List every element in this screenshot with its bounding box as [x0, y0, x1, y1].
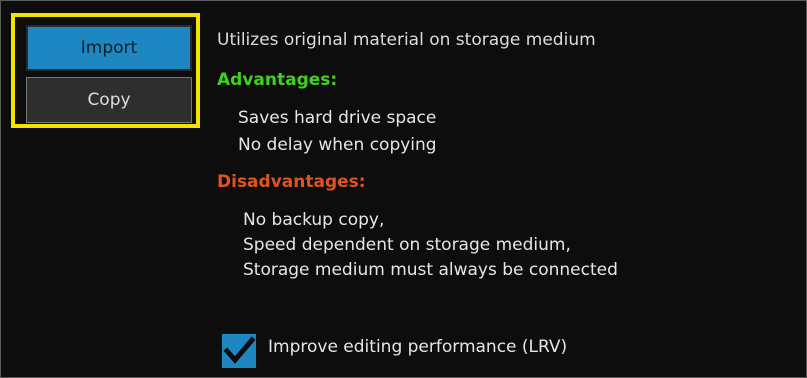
- import-button[interactable]: Import: [26, 25, 192, 71]
- advantages-heading: Advantages:: [217, 70, 338, 90]
- advantage-item: No delay when copying: [238, 135, 437, 155]
- disadvantage-item: Storage medium must always be connected: [243, 260, 618, 280]
- disadvantage-item: Speed dependent on storage medium,: [243, 235, 571, 255]
- lrv-checkbox[interactable]: [222, 334, 256, 368]
- import-mode-group: Import Copy: [11, 13, 200, 128]
- disadvantage-item: No backup copy,: [243, 210, 385, 230]
- mode-description: Utilizes original material on storage me…: [217, 30, 596, 50]
- checkmark-icon: [223, 336, 256, 364]
- copy-button[interactable]: Copy: [26, 77, 192, 123]
- advantage-item: Saves hard drive space: [238, 108, 437, 128]
- lrv-checkbox-label[interactable]: Improve editing performance (LRV): [268, 337, 567, 357]
- disadvantages-heading: Disadvantages:: [217, 172, 366, 192]
